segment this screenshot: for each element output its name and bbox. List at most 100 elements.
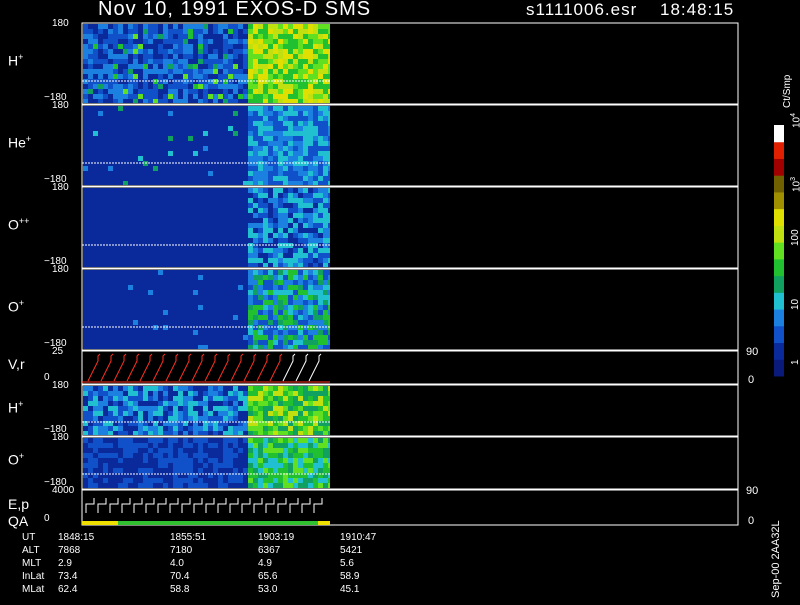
heat-cell (248, 280, 253, 285)
heat-cell (263, 218, 268, 223)
heat-cell (128, 141, 133, 146)
heat-cell (183, 136, 188, 141)
heat-cell (228, 74, 233, 79)
heat-cell (208, 121, 213, 126)
heat-cell (203, 391, 208, 396)
panel-label-text: O (8, 298, 19, 315)
heat-cell (168, 198, 173, 203)
heat-cell (323, 335, 328, 340)
heat-cell (83, 391, 88, 396)
heat-cell (263, 386, 268, 391)
heat-cell (178, 345, 183, 349)
heat-cell (213, 74, 218, 79)
heat-cell (183, 295, 188, 300)
heat-cell (148, 146, 153, 151)
heat-cell (198, 483, 203, 488)
heat-cell (83, 131, 88, 136)
heat-cell (223, 106, 228, 111)
heat-cell (113, 203, 118, 208)
heat-cell (288, 290, 293, 295)
heat-cell (183, 131, 188, 136)
heat-cell (138, 263, 143, 267)
heat-cell (143, 54, 148, 59)
heat-cell (298, 468, 303, 473)
heat-cell (188, 59, 193, 64)
heat-cell (323, 330, 328, 335)
heat-cell (293, 448, 298, 453)
heat-cell (163, 438, 168, 443)
heat-cell (243, 305, 248, 310)
heat-cell (158, 146, 163, 151)
heat-cell (278, 116, 283, 121)
heat-cell (208, 156, 213, 161)
heat-cell (233, 176, 238, 181)
heat-cell (273, 141, 278, 146)
heat-cell (183, 335, 188, 340)
heat-cell (113, 99, 118, 103)
heat-cell (118, 305, 123, 310)
heat-cell (178, 320, 183, 325)
heat-cell (148, 116, 153, 121)
heat-cell (203, 146, 208, 151)
heat-cell (158, 141, 163, 146)
heat-cell (108, 156, 113, 161)
heat-cell (93, 54, 98, 59)
heat-cell (178, 438, 183, 443)
heat-cell (318, 233, 323, 238)
heat-cell (173, 106, 178, 111)
heat-cell (228, 258, 233, 263)
heat-cell (213, 391, 218, 396)
heat-cell (278, 181, 283, 185)
heat-cell (118, 94, 123, 99)
heat-cell (103, 233, 108, 238)
heat-cell (208, 146, 213, 151)
heat-cell (188, 111, 193, 116)
heat-cell (153, 116, 158, 121)
heat-cell (183, 285, 188, 290)
heat-cell (183, 330, 188, 335)
heat-cell (148, 285, 153, 290)
heat-cell (328, 116, 330, 121)
heat-cell (143, 438, 148, 443)
heat-cell (263, 208, 268, 213)
heat-cell (163, 330, 168, 335)
heat-cell (148, 44, 153, 49)
heat-cell (118, 340, 123, 345)
heat-cell (233, 411, 238, 416)
heat-cell (283, 391, 288, 396)
heat-cell (328, 463, 330, 468)
heat-cell (298, 74, 303, 79)
colorbar-tick-base: 10 (791, 180, 800, 192)
heat-cell (318, 270, 323, 275)
heat-cell (328, 64, 330, 69)
heat-cell (218, 335, 223, 340)
heat-cell (128, 151, 133, 156)
heat-cell (98, 59, 103, 64)
heat-cell (283, 24, 288, 29)
heat-cell (278, 99, 283, 103)
heat-cell (218, 458, 223, 463)
heat-cell (203, 483, 208, 488)
heat-cell (303, 396, 308, 401)
heat-cell (243, 34, 248, 39)
heat-cell (168, 193, 173, 198)
heat-cell (213, 270, 218, 275)
heat-cell (128, 483, 133, 488)
heat-cell (208, 310, 213, 315)
heat-cell (153, 320, 158, 325)
heat-cell (238, 223, 243, 228)
heat-cell (208, 24, 213, 29)
heat-cell (128, 233, 133, 238)
heat-cell (93, 218, 98, 223)
colorbar-tick-base: 10 (790, 298, 800, 310)
heat-cell (228, 443, 233, 448)
heat-cell (258, 396, 263, 401)
heat-cell (183, 156, 188, 161)
heat-cell (213, 310, 218, 315)
heat-cell (278, 151, 283, 156)
heat-cell (213, 59, 218, 64)
heat-cell (218, 99, 223, 103)
heat-cell (133, 478, 138, 483)
heat-cell (198, 275, 203, 280)
heat-cell (233, 64, 238, 69)
